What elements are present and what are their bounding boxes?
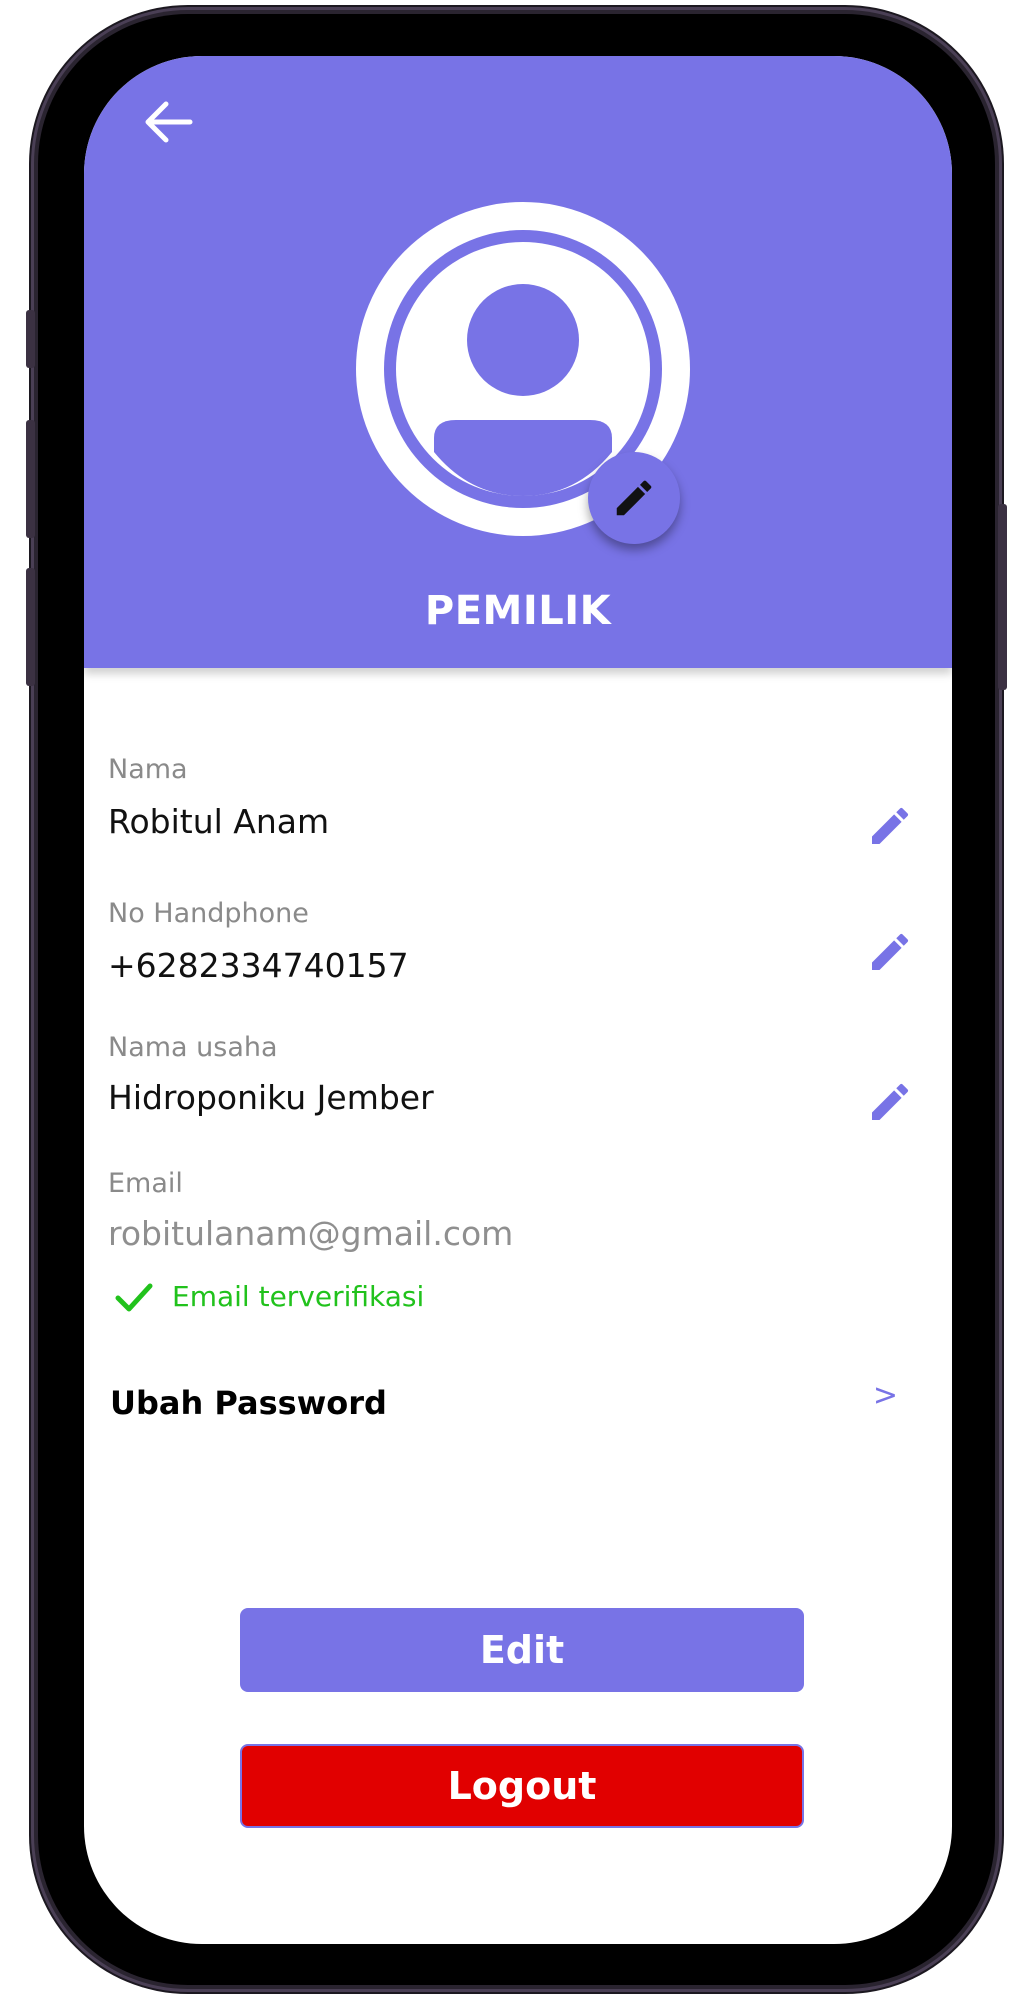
pencil-icon[interactable] [866, 928, 914, 976]
phone-label: No Handphone [108, 898, 309, 929]
change-password-label: Ubah Password [110, 1384, 387, 1422]
email-label: Email [108, 1168, 183, 1199]
name-label: Nama [108, 754, 188, 785]
phone-volume-up [26, 420, 35, 538]
profile-header: PEMILIK [84, 56, 952, 668]
change-password-row[interactable]: Ubah Password > [108, 1372, 898, 1442]
phone-mute-switch [26, 310, 35, 368]
email-verified-text: Email terverifikasi [172, 1280, 425, 1313]
phone-power-button [998, 504, 1007, 690]
role-title: PEMILIK [424, 588, 612, 634]
back-button[interactable] [140, 94, 196, 150]
edit-button[interactable]: Edit [240, 1608, 804, 1692]
change-photo-button[interactable] [588, 452, 680, 544]
business-name-label: Nama usaha [108, 1032, 278, 1063]
logout-button[interactable]: Logout [240, 1744, 804, 1828]
pencil-icon[interactable] [866, 802, 914, 850]
check-icon [115, 1283, 153, 1311]
name-value: Robitul Anam [108, 802, 330, 841]
business-name-value: Hidroponiku Jember [108, 1078, 434, 1117]
phone-volume-down [26, 568, 35, 686]
email-value: robitulanam@gmail.com [108, 1214, 514, 1253]
pencil-icon [616, 480, 652, 516]
pencil-icon[interactable] [866, 1078, 914, 1126]
email-verified-badge: Email terverifikasi [114, 1280, 424, 1313]
arrow-left-icon [145, 101, 193, 143]
phone-value: +6282334740157 [108, 946, 409, 985]
app-screen: PEMILIK Nama Robitul Anam No Handphone +… [84, 56, 952, 1944]
chevron-right-icon: > [872, 1378, 898, 1413]
